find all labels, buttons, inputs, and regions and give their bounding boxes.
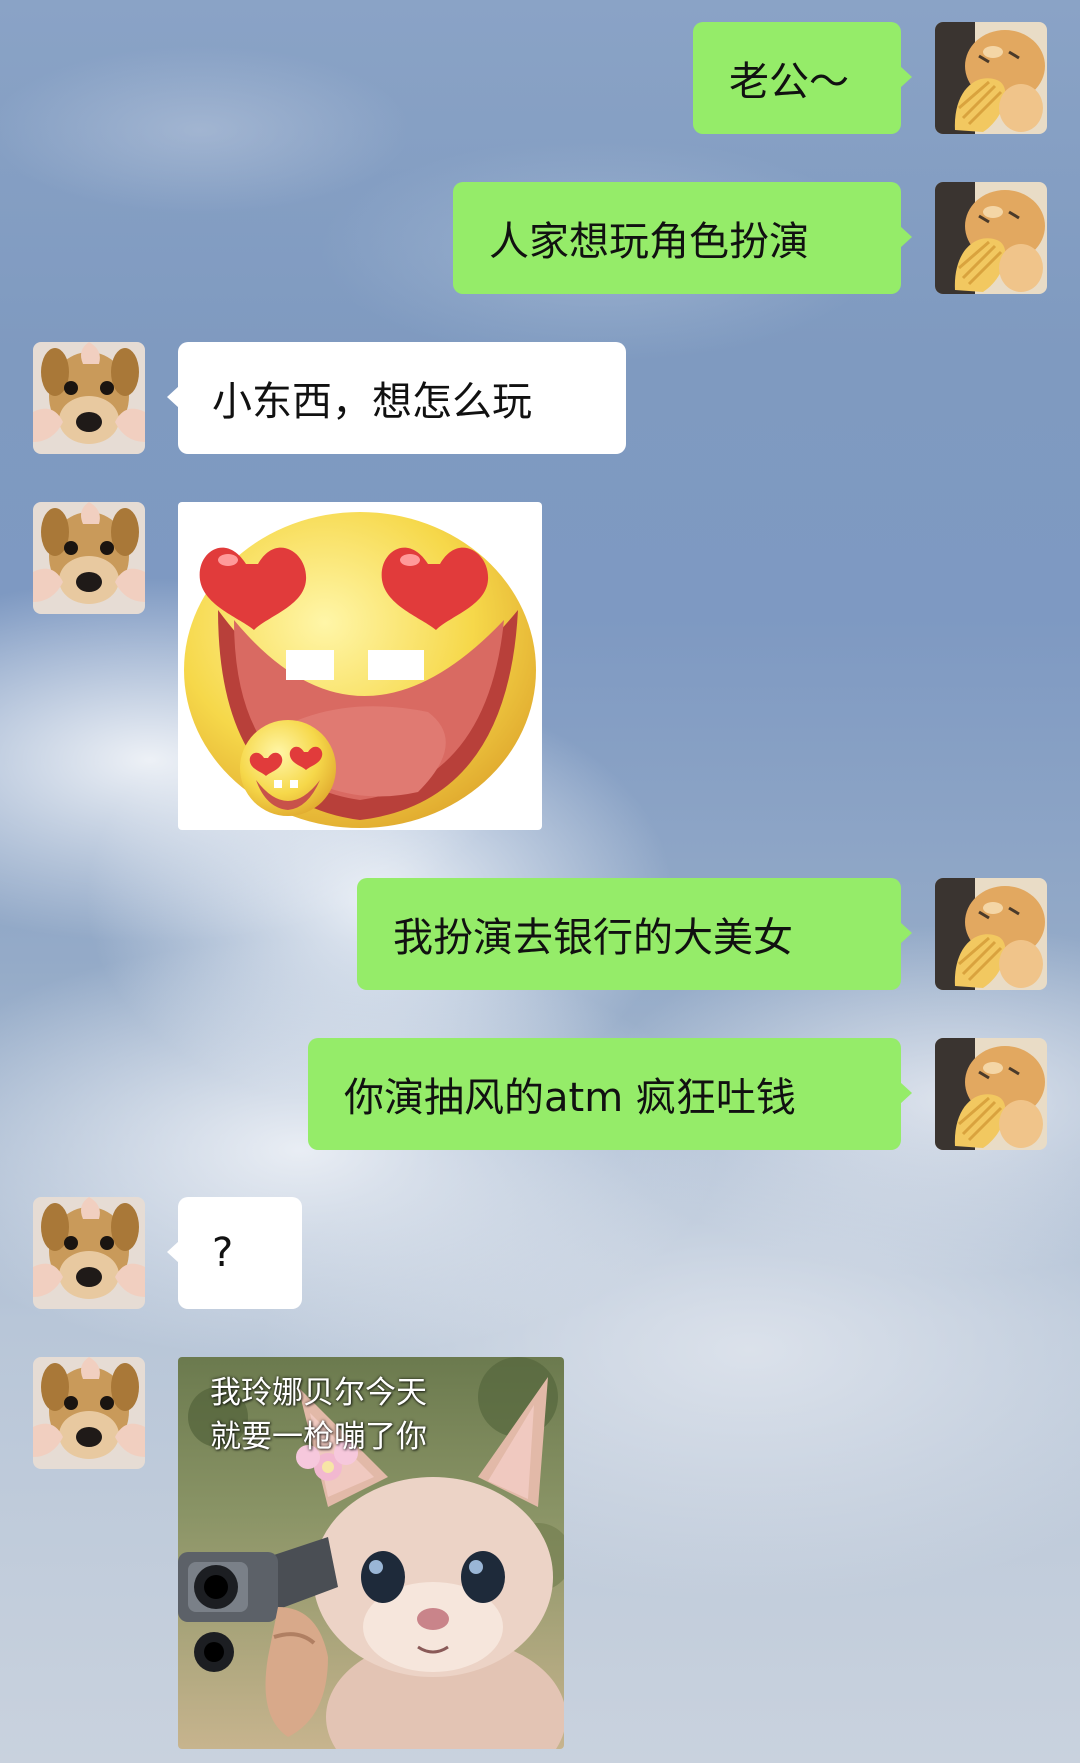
sticker-caption: 我玲娜贝尔今天 就要一枪嘣了你 [210, 1371, 427, 1459]
message-bubble[interactable]: 你演抽风的atm 疯狂吐钱 [308, 1038, 912, 1150]
sticker-caption-line-2: 就要一枪嘣了你 [210, 1419, 427, 1455]
dog-avatar-image [33, 502, 145, 614]
avatar[interactable] [33, 342, 145, 454]
cat-avatar-image [935, 22, 1047, 134]
sticker-plush-with-gun[interactable]: 我玲娜贝尔今天 就要一枪嘣了你 [178, 1357, 564, 1749]
avatar[interactable] [33, 1357, 145, 1469]
cat-avatar-image [935, 182, 1047, 294]
message-bubble[interactable]: ? [167, 1197, 302, 1309]
dog-avatar-image [33, 342, 145, 454]
dog-avatar-image [33, 1197, 145, 1309]
sticker-heart-eyes[interactable] [178, 502, 542, 830]
message-bubble[interactable]: 小东西，想怎么玩 [167, 342, 626, 454]
avatar[interactable] [33, 1197, 145, 1309]
avatar[interactable] [935, 182, 1047, 294]
message-bubble[interactable]: 人家想玩角色扮演 [453, 182, 912, 294]
cat-avatar-image [935, 878, 1047, 990]
avatar[interactable] [935, 22, 1047, 134]
dog-avatar-image [33, 1357, 145, 1469]
message-bubble[interactable]: 我扮演去银行的大美女 [357, 878, 912, 990]
avatar[interactable] [935, 1038, 1047, 1150]
message-bubble[interactable]: 老公～ [693, 22, 912, 134]
avatar[interactable] [33, 502, 145, 614]
avatar[interactable] [935, 878, 1047, 990]
cat-avatar-image [935, 1038, 1047, 1150]
heart-eyes-emoji-icon [184, 512, 536, 828]
sticker-caption-line-1: 我玲娜贝尔今天 [210, 1375, 427, 1411]
